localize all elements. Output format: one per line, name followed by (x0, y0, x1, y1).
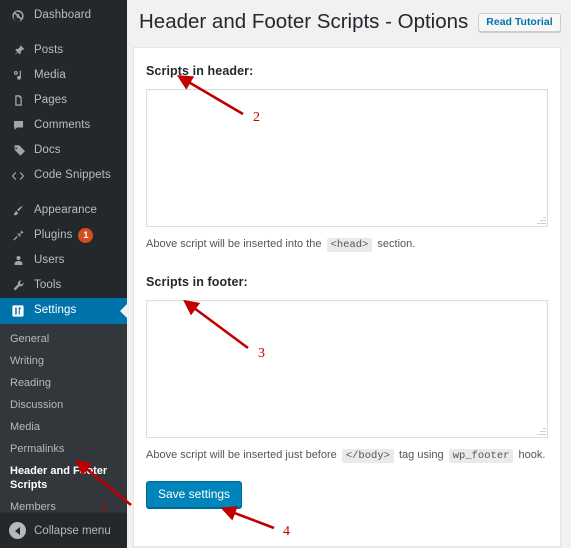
sidebar-item-label: Plugins (34, 228, 73, 241)
sidebar-item-label: Media (34, 68, 66, 81)
header-help-suffix: section. (377, 237, 416, 250)
header-help-code: <head> (326, 237, 373, 252)
sidebar-item-dashboard[interactable]: Dashboard (0, 3, 127, 28)
code-icon (9, 167, 27, 185)
footer-help-code-hook: wp_footer (448, 449, 514, 464)
page-title: Header and Footer Scripts - Options (139, 10, 469, 33)
sidebar-item-docs[interactable]: Docs (0, 138, 127, 163)
header-help-prefix: Above script will be inserted into the (146, 237, 322, 250)
sidebar-item-label: Dashboard (34, 8, 92, 21)
scripts-in-footer-label: Scripts in footer: (146, 275, 248, 290)
options-card: Scripts in header: Above script will be … (133, 46, 561, 547)
footer-help-prefix: Above script will be inserted just befor… (146, 449, 337, 462)
header-textarea-wrap (146, 88, 548, 227)
sidebar-item-label: Appearance (34, 203, 98, 216)
sidebar-item-header-and-footer-scripts[interactable]: Header and Footer Scripts (0, 460, 127, 496)
sidebar-item-comments[interactable]: Comments (0, 113, 127, 138)
sidebar-top-group: Dashboard Posts Media Pages Comments Doc… (0, 0, 127, 324)
sidebar-item-label: Users (34, 253, 65, 266)
plug-icon (9, 227, 27, 245)
sidebar-item-settings[interactable]: Settings (0, 298, 127, 324)
scripts-in-footer-input[interactable] (146, 300, 548, 439)
footer-textarea-wrap (146, 300, 548, 439)
settings-submenu: General Writing Reading Discussion Media… (0, 324, 127, 523)
wp-admin-screen: Dashboard Posts Media Pages Comments Doc… (0, 0, 571, 548)
comment-icon (9, 117, 27, 135)
sidebar-item-code-snippets[interactable]: Code Snippets (0, 163, 127, 188)
page-header: Header and Footer Scripts - Options Read… (127, 0, 571, 47)
sidebar-divider (0, 28, 127, 38)
scripts-in-header-label: Scripts in header: (146, 63, 254, 78)
sidebar-item-label: Comments (34, 118, 91, 131)
brush-icon (9, 202, 27, 220)
tag-icon (9, 142, 27, 160)
sidebar-item-discussion[interactable]: Discussion (0, 394, 127, 416)
user-icon (9, 252, 27, 270)
admin-sidebar: Dashboard Posts Media Pages Comments Doc… (0, 0, 127, 548)
sidebar-item-plugins[interactable]: Plugins 1 (0, 223, 127, 248)
page-icon (9, 92, 27, 110)
read-tutorial-button[interactable]: Read Tutorial (478, 12, 561, 33)
pin-icon (9, 42, 27, 60)
sidebar-item-general[interactable]: General (0, 328, 127, 350)
sidebar-item-appearance[interactable]: Appearance (0, 198, 127, 223)
footer-help-text: Above script will be inserted just befor… (146, 447, 548, 465)
sidebar-item-label: Code Snippets (34, 168, 111, 181)
sidebar-item-posts[interactable]: Posts (0, 38, 127, 63)
footer-help-code-body: </body> (341, 449, 394, 464)
settings-icon (9, 302, 27, 320)
plugins-update-badge: 1 (78, 228, 94, 243)
footer-help-mid: tag using (399, 449, 444, 462)
dashboard-icon (9, 7, 27, 25)
main-content: Header and Footer Scripts - Options Read… (127, 0, 571, 548)
wrench-icon (9, 277, 27, 295)
sidebar-item-label: Tools (34, 278, 62, 291)
sidebar-item-permalinks[interactable]: Permalinks (0, 438, 127, 460)
scripts-in-header-input[interactable] (146, 88, 548, 227)
sidebar-item-writing[interactable]: Writing (0, 350, 127, 372)
sidebar-item-media-settings[interactable]: Media (0, 416, 127, 438)
sidebar-item-media[interactable]: Media (0, 63, 127, 88)
sidebar-item-reading[interactable]: Reading (0, 372, 127, 394)
header-help-text: Above script will be inserted into the <… (146, 236, 548, 254)
sidebar-divider (0, 188, 127, 198)
field-gap (146, 253, 548, 275)
sidebar-item-label: Settings (34, 304, 77, 317)
media-icon (9, 67, 27, 85)
sidebar-item-label: Posts (34, 43, 64, 56)
save-settings-button[interactable]: Save settings (146, 481, 243, 509)
collapse-menu-button[interactable]: Collapse menu (0, 512, 127, 548)
sidebar-item-pages[interactable]: Pages (0, 88, 127, 113)
collapse-arrow-icon (9, 522, 26, 539)
sidebar-item-label: Docs (34, 143, 61, 156)
sidebar-item-tools[interactable]: Tools (0, 273, 127, 298)
collapse-menu-label: Collapse menu (34, 524, 111, 537)
footer-help-suffix: hook. (518, 449, 546, 462)
sidebar-item-label: Pages (34, 93, 68, 106)
sidebar-item-users[interactable]: Users (0, 248, 127, 273)
